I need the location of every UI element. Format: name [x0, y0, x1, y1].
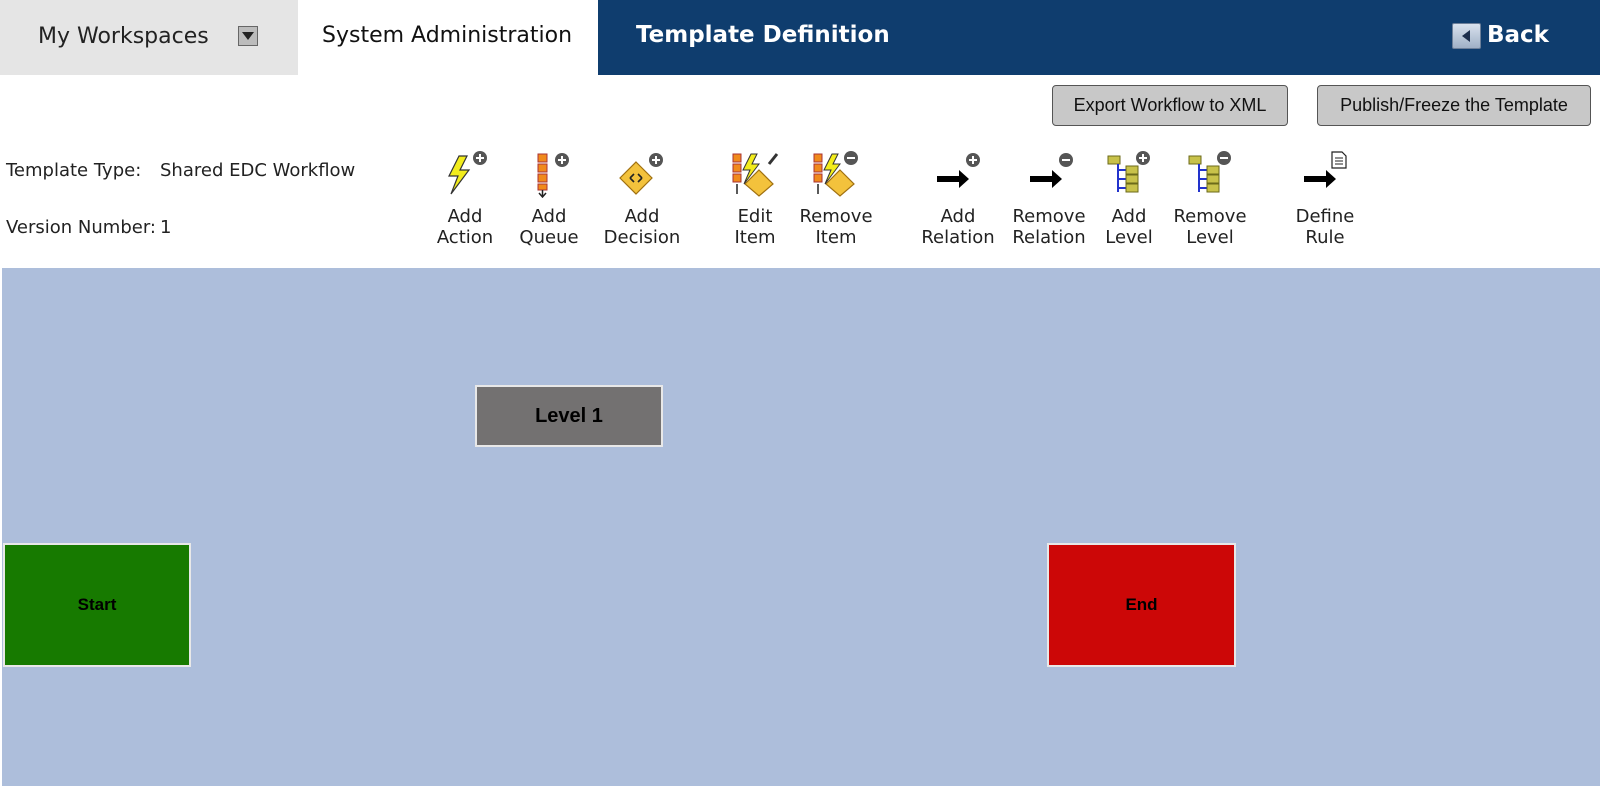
add-relation-label: Add Relation [921, 206, 995, 248]
page-title: Template Definition [636, 22, 890, 48]
add-action-label: Add Action [436, 206, 494, 248]
add-level-icon [1107, 151, 1150, 193]
remove-relation-icon [1030, 153, 1073, 188]
back-arrow-icon [1452, 23, 1481, 49]
edit-item-label: Edit Item [734, 206, 776, 248]
define-rule-icon [1304, 151, 1347, 188]
add-decision-icon [619, 153, 663, 195]
end-node[interactable]: End [1047, 543, 1236, 667]
level-1-node[interactable]: Level 1 [475, 385, 663, 447]
my-workspaces-label: My Workspaces [38, 24, 209, 49]
add-level-label: Add Level [1105, 206, 1153, 248]
define-rule-label: Define Rule [1295, 206, 1355, 248]
template-type-value: Shared EDC Workflow [160, 160, 356, 181]
workflow-canvas[interactable]: Level 1 Start End [2, 268, 1600, 786]
remove-level-icon [1188, 151, 1231, 193]
start-node[interactable]: Start [3, 543, 191, 667]
template-type-label: Template Type: [6, 160, 142, 181]
publish-freeze-template-button[interactable]: Publish/Freeze the Template [1317, 85, 1591, 126]
add-queue-label: Add Queue [519, 206, 579, 248]
export-workflow-xml-button[interactable]: Export Workflow to XML [1052, 85, 1288, 126]
remove-item-icon [813, 151, 858, 197]
add-decision-label: Add Decision [603, 206, 681, 248]
back-label: Back [1487, 22, 1549, 48]
remove-relation-label: Remove Relation [1012, 206, 1086, 248]
add-action-icon [448, 151, 487, 195]
edit-item-icon [732, 153, 779, 197]
remove-level-label: Remove Level [1173, 206, 1247, 248]
add-queue-icon [537, 153, 569, 198]
workspace-dropdown-icon[interactable] [238, 26, 258, 46]
add-relation-icon [937, 153, 980, 188]
system-administration-tab[interactable]: System Administration [298, 0, 598, 75]
my-workspaces-tab[interactable]: My Workspaces [0, 0, 298, 75]
version-number-label: Version Number: [6, 217, 156, 238]
remove-item-label: Remove Item [799, 206, 873, 248]
system-administration-label: System Administration [322, 23, 573, 48]
top-nav-bar: My Workspaces System Administration Temp… [0, 0, 1600, 75]
version-number-value: 1 [160, 217, 172, 238]
